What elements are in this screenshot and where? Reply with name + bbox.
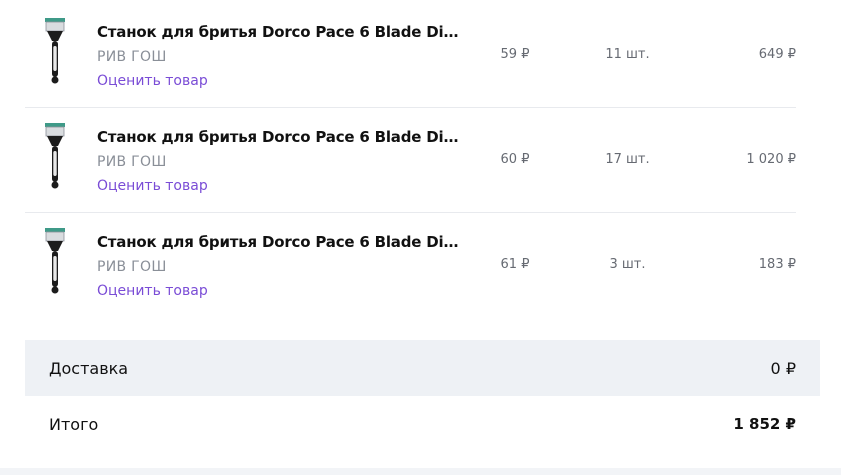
seller-name: РИВ ГОШ [97, 154, 167, 170]
unit-price: 59 ₽ [500, 47, 530, 62]
line-total: 649 ₽ [758, 47, 796, 62]
rate-product-link[interactable]: Оценить товар [97, 178, 208, 194]
seller-name: РИВ ГОШ [97, 259, 167, 275]
delivery-cost: 0 ₽ [770, 359, 796, 378]
seller-name: РИВ ГОШ [97, 49, 167, 65]
razor-icon [45, 18, 65, 84]
unit-price: 60 ₽ [500, 152, 530, 167]
delivery-row: Доставка 0 ₽ [25, 340, 820, 396]
unit-price: 61 ₽ [500, 257, 530, 272]
product-title-link[interactable]: Станок для бритья Dorco Pace 6 Blade Dis… [97, 233, 467, 251]
product-title-link[interactable]: Станок для бритья Dorco Pace 6 Blade Dis… [97, 23, 467, 41]
delivery-label: Доставка [49, 359, 129, 378]
order-total-row: Итого 1 852 ₽ [25, 396, 820, 452]
order-item-row: Станок для бритья Dorco Pace 6 Blade Dis… [25, 107, 796, 213]
rate-product-link[interactable]: Оценить товар [97, 283, 208, 299]
razor-icon [45, 123, 65, 189]
order-total-value: 1 852 ₽ [733, 415, 796, 433]
product-title-link[interactable]: Станок для бритья Dorco Pace 6 Blade Dis… [97, 128, 467, 146]
order-item-row: Станок для бритья Dorco Pace 6 Blade Dis… [25, 2, 796, 108]
line-total: 1 020 ₽ [746, 152, 796, 167]
line-total: 183 ₽ [758, 257, 796, 272]
order-items-card: Станок для бритья Dorco Pace 6 Blade Dis… [0, 0, 841, 468]
order-item-row: Станок для бритья Dorco Pace 6 Blade Dis… [25, 212, 796, 317]
rate-product-link[interactable]: Оценить товар [97, 73, 208, 89]
order-total-label: Итого [49, 415, 99, 434]
razor-icon [45, 228, 65, 294]
